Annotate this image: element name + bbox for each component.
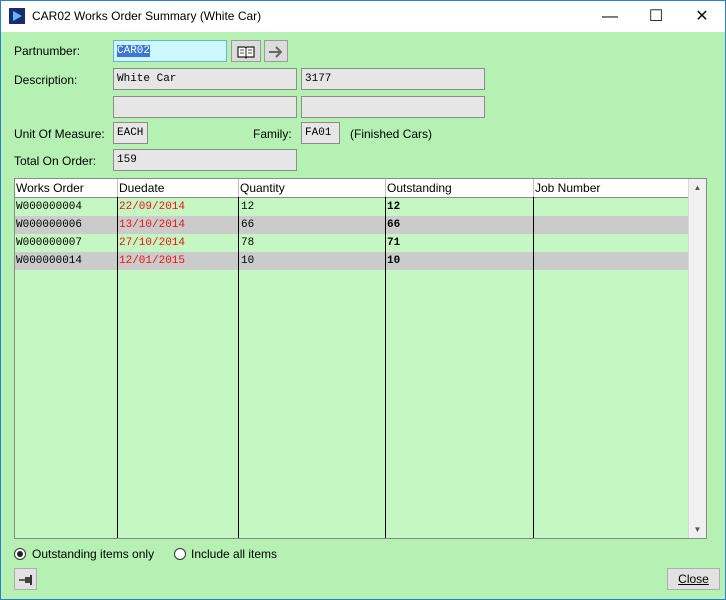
cell-duedate: 13/10/2014 — [119, 219, 186, 231]
works-order-summary-window: CAR02 Works Order Summary (White Car) — … — [0, 0, 726, 600]
total-on-order-field[interactable]: 159 — [113, 149, 297, 171]
app-play-icon — [9, 8, 25, 24]
column-header-quantity[interactable]: Quantity — [240, 181, 285, 195]
column-line — [117, 197, 118, 538]
family-code-field[interactable]: FA01 — [301, 122, 340, 144]
column-line — [385, 197, 386, 538]
column-divider[interactable] — [533, 179, 534, 197]
column-header-outstanding[interactable]: Outstanding — [387, 181, 452, 195]
description-label: Description: — [14, 73, 78, 87]
cell-outstanding: 71 — [387, 237, 401, 249]
uom-field[interactable]: EACH — [113, 122, 148, 144]
scroll-up-icon[interactable]: ▲ — [689, 179, 706, 196]
include-all-radio[interactable] — [174, 548, 186, 560]
works-order-grid[interactable]: Works Order Duedate Quantity Outstanding… — [14, 178, 707, 539]
close-button[interactable]: Close — [667, 568, 720, 590]
scroll-down-icon[interactable]: ▼ — [689, 521, 706, 538]
cell-works-order: W000000007 — [16, 237, 83, 249]
description-field-2[interactable] — [113, 96, 297, 118]
window-title: CAR02 Works Order Summary (White Car) — [32, 9, 262, 23]
column-header-works-order[interactable]: Works Order — [16, 181, 84, 195]
cell-works-order: W000000004 — [16, 201, 83, 213]
cell-duedate: 27/10/2014 — [119, 237, 186, 249]
grid-header: Works Order Duedate Quantity Outstanding… — [15, 179, 690, 198]
maximize-button[interactable]: ☐ — [633, 1, 679, 32]
cell-works-order: W000000006 — [16, 219, 83, 231]
pin-button[interactable] — [14, 568, 37, 590]
total-on-order-label: Total On Order: — [14, 154, 97, 168]
title-bar: CAR02 Works Order Summary (White Car) — … — [1, 1, 725, 32]
description-code-field[interactable]: 3177 — [301, 68, 485, 90]
column-header-duedate[interactable]: Duedate — [119, 181, 164, 195]
column-header-job-number[interactable]: Job Number — [535, 181, 600, 195]
column-line — [533, 197, 534, 538]
family-name: (Finished Cars) — [350, 127, 433, 141]
column-line — [238, 197, 239, 538]
cell-outstanding: 12 — [387, 201, 401, 213]
book-icon — [237, 46, 255, 59]
cell-quantity: 66 — [241, 219, 255, 231]
column-divider[interactable] — [238, 179, 239, 197]
lookup-button[interactable] — [231, 40, 261, 62]
close-window-button[interactable]: ✕ — [679, 1, 725, 32]
cell-works-order: W000000014 — [16, 255, 83, 267]
description-field-1[interactable]: White Car — [113, 68, 297, 90]
outstanding-only-label[interactable]: Outstanding items only — [32, 547, 154, 561]
vertical-scrollbar[interactable]: ▲ ▼ — [688, 179, 706, 538]
close-button-label: Close — [678, 572, 709, 586]
cell-duedate: 12/01/2015 — [119, 255, 186, 267]
partnumber-value: CAR02 — [117, 45, 151, 57]
cell-quantity: 78 — [241, 237, 255, 249]
cell-duedate: 22/09/2014 — [119, 201, 186, 213]
cell-quantity: 12 — [241, 201, 255, 213]
minimize-button[interactable]: — — [587, 1, 633, 32]
pin-icon — [18, 574, 32, 585]
partnumber-field[interactable]: CAR02 — [113, 40, 227, 62]
description-field-3[interactable] — [301, 96, 485, 118]
column-divider[interactable] — [385, 179, 386, 197]
arrow-right-icon — [269, 46, 283, 58]
cell-outstanding: 66 — [387, 219, 401, 231]
family-label: Family: — [253, 127, 292, 141]
uom-label: Unit Of Measure: — [14, 127, 105, 141]
go-button[interactable] — [264, 40, 288, 62]
outstanding-only-radio[interactable] — [14, 548, 26, 560]
column-divider[interactable] — [117, 179, 118, 197]
cell-outstanding: 10 — [387, 255, 401, 267]
include-all-label[interactable]: Include all items — [191, 547, 277, 561]
partnumber-label: Partnumber: — [14, 44, 81, 58]
cell-quantity: 10 — [241, 255, 255, 267]
